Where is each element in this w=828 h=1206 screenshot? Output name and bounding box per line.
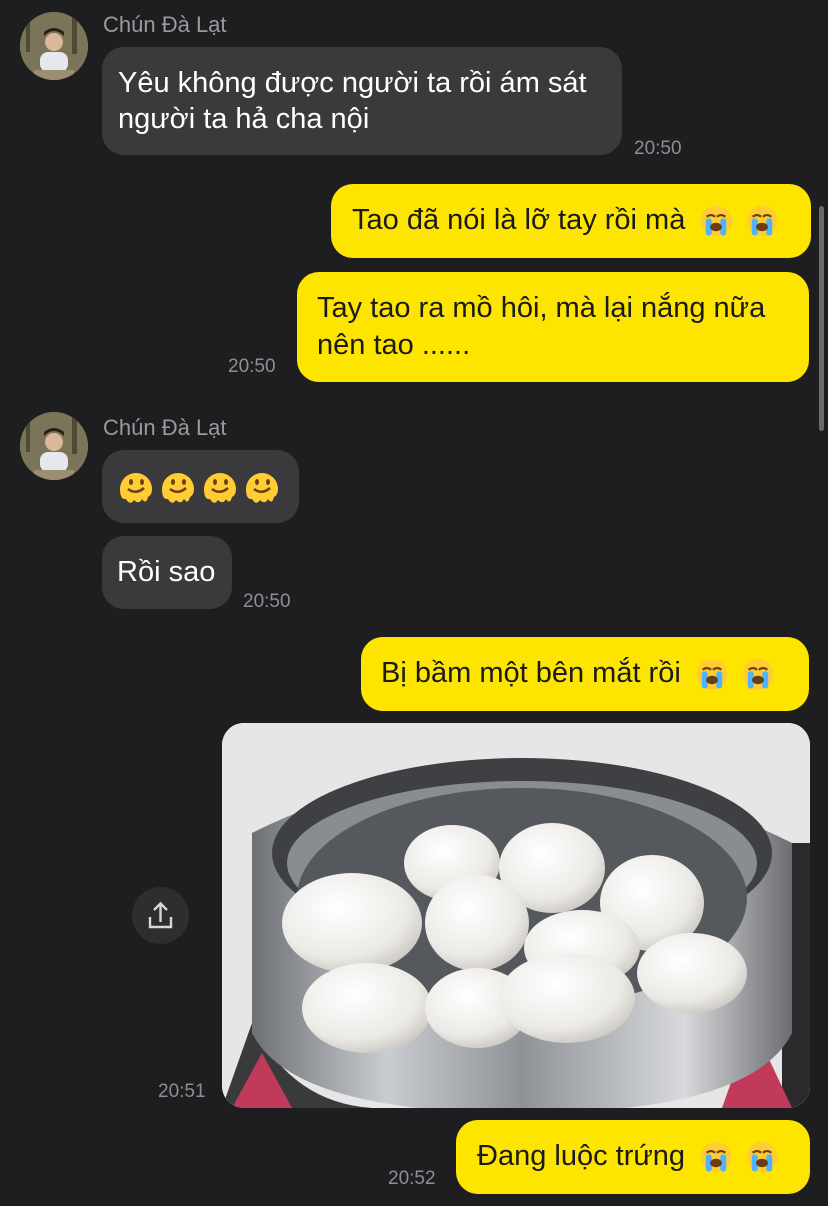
crying-face-emoji [699,204,733,238]
share-button[interactable] [132,887,189,944]
scrollbar[interactable] [819,206,824,431]
share-icon [148,901,173,929]
message-bubble-incoming[interactable]: Yêu không được người ta rồi ám sát người… [102,47,622,155]
message-time: 20:51 [158,1081,206,1102]
message-text: Rồi sao [117,556,216,588]
melting-face-emoji [242,467,282,507]
message-bubble-incoming[interactable] [102,450,299,523]
message-text: Tao đã nói là lỡ tay rồi mà [352,204,686,236]
message-text: Tay tao ra mồ hôi, mà lại nắng nữa nên t… [317,292,766,361]
melting-face-emoji [116,467,156,507]
sender-name: Chún Đà Lạt [103,12,227,37]
message-bubble-outgoing[interactable]: Tay tao ra mồ hôi, mà lại nắng nữa nên t… [297,272,809,382]
message-bubble-outgoing[interactable]: Bị bầm một bên mắt rồi [361,637,809,711]
message-text: Đang luộc trứng [477,1140,686,1172]
crying-face-emoji [745,1140,779,1174]
message-text: Bị bầm một bên mắt rồi [381,657,681,689]
message-time: 20:50 [228,356,276,377]
message-time: 20:50 [634,138,682,159]
crying-face-emoji [695,657,729,691]
melting-face-emoji [200,467,240,507]
crying-face-emoji [699,1140,733,1174]
avatar[interactable] [20,412,88,480]
pot-of-boiled-eggs-photo [222,723,810,1108]
message-text: Yêu không được người ta rồi ám sát người… [118,67,587,135]
crying-face-emoji [745,204,779,238]
message-bubble-outgoing[interactable]: Tao đã nói là lỡ tay rồi mà [331,184,811,258]
avatar[interactable] [20,12,88,80]
crying-face-emoji [741,657,775,691]
melting-face-emoji [158,467,198,507]
sender-name: Chún Đà Lạt [103,415,227,440]
message-bubble-outgoing[interactable]: Đang luộc trứng [456,1120,810,1194]
image-message[interactable] [222,723,810,1108]
message-time: 20:52 [388,1168,436,1189]
message-bubble-incoming[interactable]: Rồi sao [102,536,232,609]
message-time: 20:50 [243,591,291,612]
